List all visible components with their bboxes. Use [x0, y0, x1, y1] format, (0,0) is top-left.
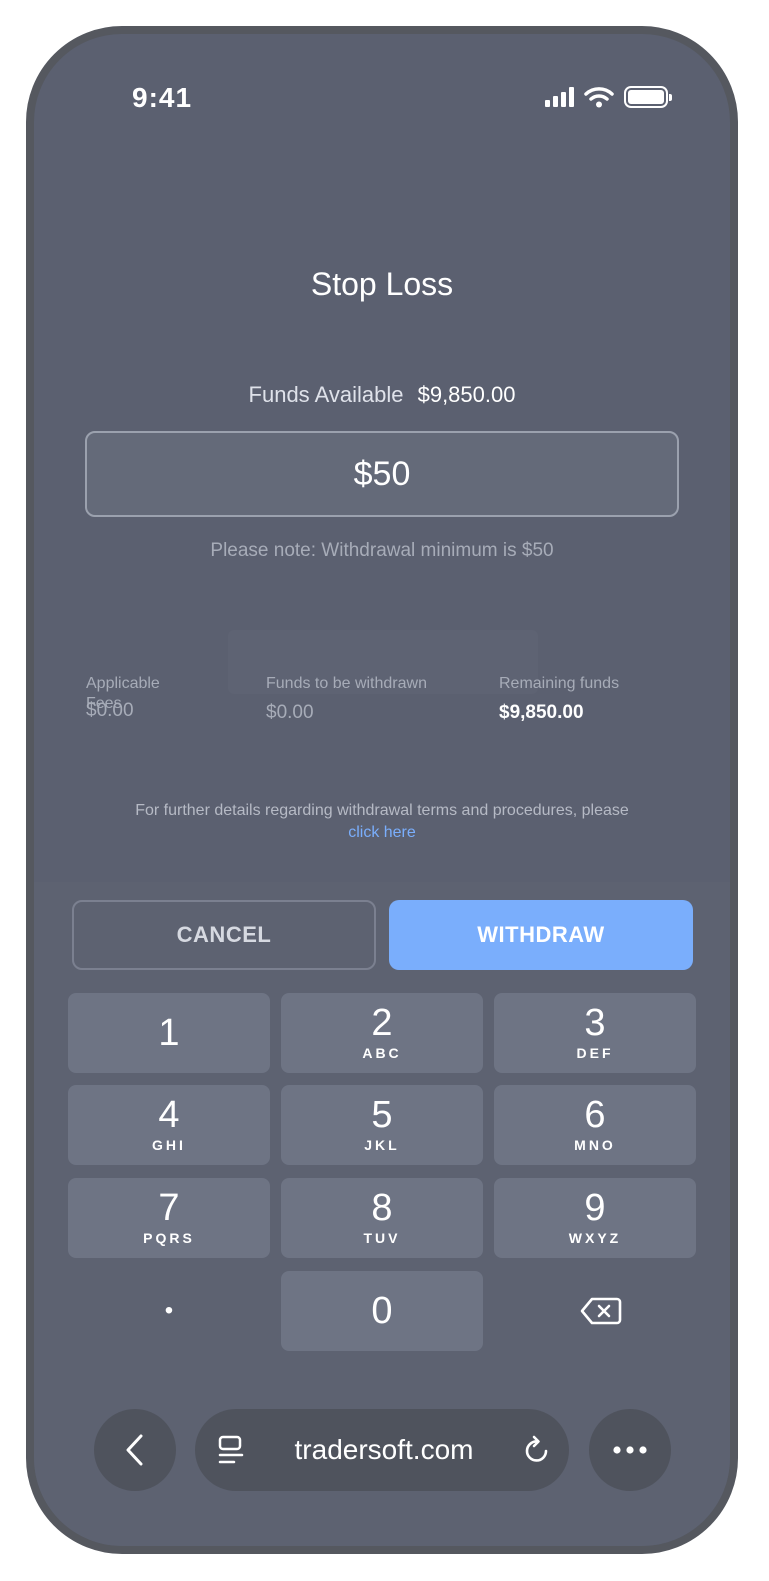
key-8[interactable]: 8 TUV [281, 1178, 483, 1258]
key-8-letters: TUV [363, 1230, 401, 1246]
address-bar[interactable]: tradersoft.com [195, 1409, 569, 1491]
url-text: tradersoft.com [294, 1434, 474, 1465]
terms-link[interactable]: click here [34, 822, 730, 844]
cancel-button[interactable]: CANCEL [72, 900, 376, 970]
status-icons [545, 86, 672, 108]
key-7-digit: 7 [158, 1187, 180, 1229]
key-6-digit: 6 [584, 1094, 606, 1136]
withdrawal-minimum-note: Please note: Withdrawal minimum is $50 [210, 540, 554, 561]
fees-value: $0.00 [86, 700, 134, 721]
key-0[interactable]: 0 [281, 1271, 483, 1351]
more-button[interactable] [589, 1409, 671, 1491]
key-4[interactable]: 4 GHI [68, 1085, 270, 1165]
key-5[interactable]: 5 JKL [281, 1085, 483, 1165]
key-1[interactable]: 1 [68, 993, 270, 1073]
withdrawn-value: $0.00 [266, 702, 314, 723]
wifi-icon [584, 87, 614, 108]
remaining-label: Remaining funds [499, 675, 620, 692]
battery-icon [624, 86, 672, 108]
key-6[interactable]: 6 MNO [494, 1085, 696, 1165]
funds-available: Funds Available $9,850.00 [34, 382, 730, 408]
key-3-letters: DEF [576, 1045, 614, 1061]
key-decimal[interactable]: • [68, 1271, 270, 1351]
status-time: 9:41 [132, 82, 193, 113]
key-2[interactable]: 2 ABC [281, 993, 483, 1073]
remaining-value: $9,850.00 [499, 702, 584, 723]
withdraw-button[interactable]: WITHDRAW [389, 900, 693, 970]
key-4-digit: 4 [158, 1094, 180, 1136]
backspace-icon[interactable] [580, 1296, 622, 1326]
key-3-digit: 3 [584, 1002, 606, 1044]
key-3[interactable]: 3 DEF [494, 993, 696, 1073]
key-8-digit: 8 [371, 1187, 393, 1229]
phone-frame: 9:41 Stop Loss Funds Available $9,850.00… [26, 26, 738, 1554]
key-9-digit: 9 [584, 1187, 606, 1229]
key-4-letters: GHI [152, 1137, 186, 1153]
screen: 9:41 Stop Loss Funds Available $9,850.00… [34, 34, 730, 1546]
page-title: Stop Loss [310, 266, 454, 302]
key-1-digit: 1 [158, 1012, 180, 1054]
key-9[interactable]: 9 WXYZ [494, 1178, 696, 1258]
funds-available-label: Funds Available [248, 382, 404, 407]
key-2-letters: ABC [362, 1045, 402, 1061]
key-6-letters: MNO [574, 1137, 616, 1153]
terms-text: For further details regarding withdrawal… [34, 800, 730, 844]
key-decimal-dot: • [164, 1297, 174, 1324]
key-5-letters: JKL [364, 1137, 400, 1153]
signal-icon [545, 87, 574, 107]
reload-icon[interactable] [523, 1435, 551, 1465]
amount-input[interactable]: $50 [85, 431, 679, 517]
key-9-letters: WXYZ [568, 1230, 622, 1246]
summary-fees: Applicable Fees $0.00 [86, 674, 196, 722]
key-7-letters: PQRS [143, 1230, 195, 1246]
key-7[interactable]: 7 PQRS [68, 1178, 270, 1258]
more-icon [613, 1446, 647, 1454]
terms-description: For further details regarding withdrawal… [135, 802, 629, 819]
summary-withdrawn: Funds to be withdrawn $0.00 [266, 674, 427, 724]
key-5-digit: 5 [371, 1094, 393, 1136]
funds-available-value: $9,850.00 [417, 382, 516, 407]
key-0-digit: 0 [371, 1290, 393, 1332]
key-2-digit: 2 [371, 1002, 393, 1044]
withdrawn-label: Funds to be withdrawn [266, 675, 427, 692]
chevron-left-icon [126, 1434, 143, 1466]
back-button[interactable] [94, 1409, 176, 1491]
tabs-icon [218, 1435, 244, 1464]
summary-remaining: Remaining funds $9,850.00 [499, 674, 619, 724]
